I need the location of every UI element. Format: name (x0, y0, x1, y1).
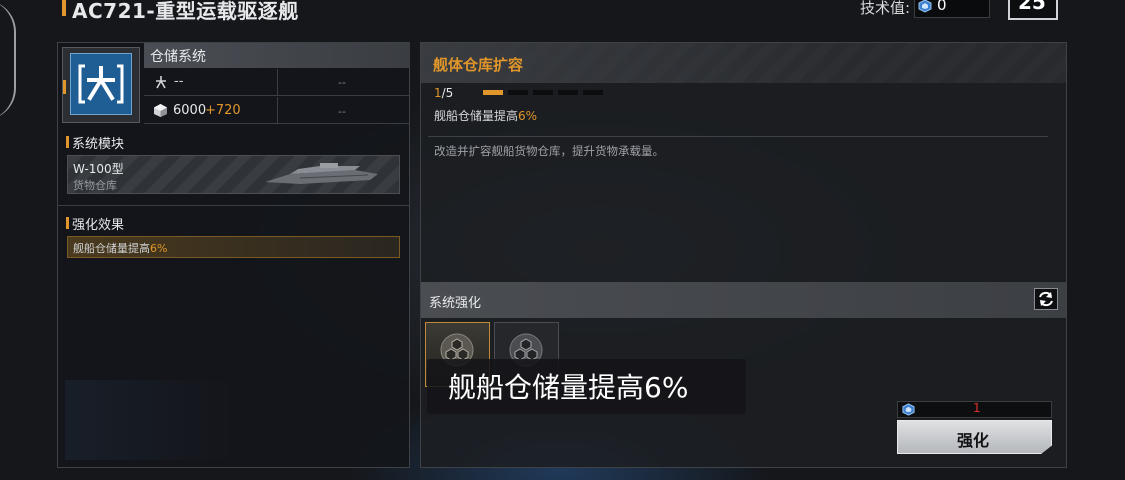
tech-points-label: 技术值: (860, 0, 911, 17)
stat-2-right-value: -- (338, 105, 346, 118)
progress-segment-empty (583, 90, 603, 95)
tech-crystal-icon (902, 403, 915, 416)
stat-1-right-value: -- (338, 76, 346, 89)
stat-1-value: -- (174, 74, 184, 89)
background-card-ghost (65, 380, 235, 460)
system-name: 仓储系统 (150, 49, 206, 65)
progress-segment-empty (558, 90, 578, 95)
cargo-ship-image (265, 163, 378, 184)
level-value: 25 (1018, 0, 1046, 14)
storage-system-icon (70, 53, 132, 115)
section-accent-bar (66, 217, 69, 229)
branch-icon (156, 76, 166, 89)
upgrade-progress-text: 1/5 (434, 86, 453, 100)
effect-prefix: 舰船仓储量提高 (73, 242, 150, 255)
capacity-bonus-value: +720 (205, 103, 241, 118)
description-divider (428, 136, 1048, 137)
progress-segment-empty (533, 90, 553, 95)
upgrade-description: 改造并扩容舰船货物仓库，提升货物承载量。 (434, 144, 664, 158)
decorative-arc (0, 0, 16, 120)
stat-divider (277, 97, 278, 123)
icon-accent-bar (63, 80, 66, 94)
progress-total: /5 (441, 86, 454, 100)
progress-current: 1 (434, 86, 442, 100)
stat-divider (277, 69, 278, 95)
capacity-base-value: 6000 (173, 103, 207, 118)
cost-value: 1 (973, 401, 981, 415)
refresh-icon (1039, 291, 1053, 307)
subtitle-text: 舰船仓储量提高6% (448, 371, 689, 404)
upgrade-effect-value: 6% (518, 109, 538, 123)
upgrade-effect: 舰船仓储量提高6% (434, 107, 537, 124)
effects-heading: 强化效果 (72, 218, 125, 233)
module-type: 货物仓库 (73, 179, 117, 192)
modules-heading: 系统模块 (72, 137, 125, 152)
section-divider (57, 205, 410, 206)
refresh-button[interactable] (1034, 288, 1058, 310)
tech-points-value: 0 (937, 0, 947, 14)
page-title: AC721-重型运载驱逐舰 (72, 0, 299, 23)
module-name: W-100型 (73, 162, 124, 176)
enhance-section-title: 系统强化 (429, 296, 482, 311)
effect-text: 舰船仓储量提高6% (73, 240, 167, 256)
title-accent-bar (62, 0, 66, 16)
section-accent-bar (66, 136, 69, 148)
tech-crystal-icon (918, 0, 932, 13)
enhance-section-header (421, 282, 1066, 318)
cargo-cube-icon (154, 104, 167, 117)
enhance-button-label: 强化 (957, 431, 990, 450)
effect-value: 6% (150, 242, 168, 255)
progress-segment-filled (483, 90, 503, 95)
upgrade-effect-prefix: 舰船仓储量提高 (434, 109, 519, 123)
upgrade-title: 舰体仓库扩容 (433, 56, 524, 74)
progress-segment-empty (508, 90, 528, 95)
